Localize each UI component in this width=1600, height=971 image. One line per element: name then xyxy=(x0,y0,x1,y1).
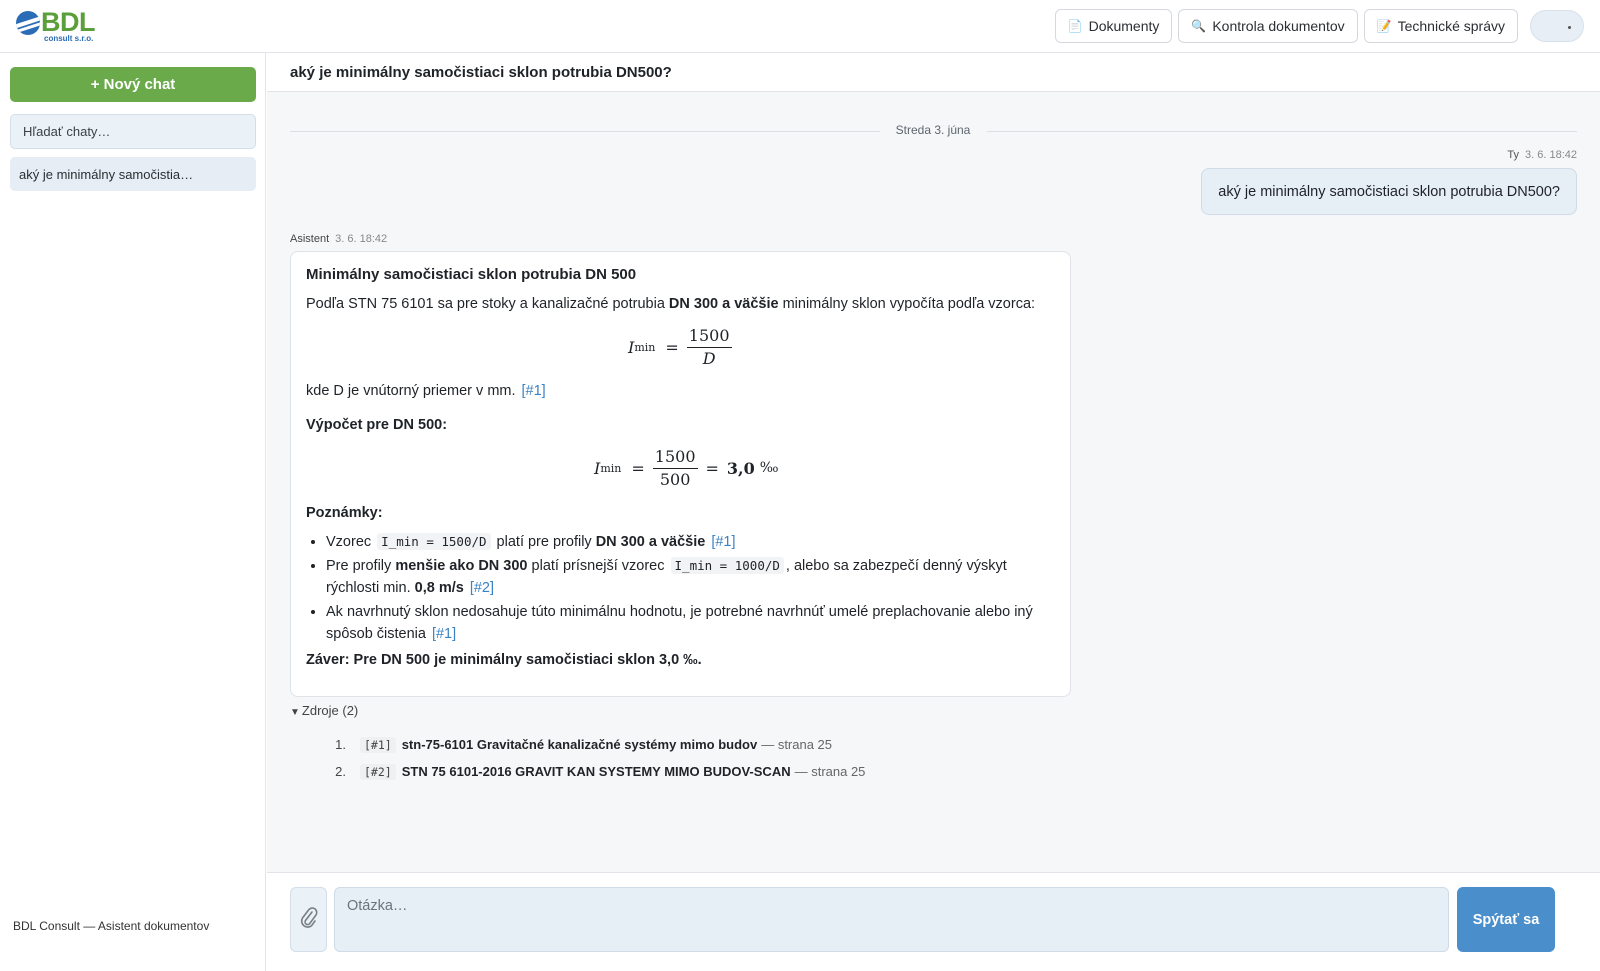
ask-button[interactable]: Spýtať sa xyxy=(1457,887,1555,952)
documents-button-label: Dokumenty xyxy=(1088,18,1160,34)
triangle-down-icon: ▼ xyxy=(290,707,300,718)
brand-logo[interactable]: BDL consult s.r.o. xyxy=(16,7,96,45)
date-separator: Streda 3. júna xyxy=(290,121,1577,141)
documents-button[interactable]: 📄 Dokumenty xyxy=(1054,9,1173,43)
formula-unit: ‰ xyxy=(759,460,779,476)
new-chat-button[interactable]: + Nový chat xyxy=(10,67,256,102)
note-bold: 0,8 m/s xyxy=(414,580,464,596)
source-number: 2. xyxy=(335,764,346,779)
source-page: — strana 25 xyxy=(761,737,833,752)
fraction-numerator: 1500 xyxy=(686,326,732,348)
question-input[interactable] xyxy=(334,887,1449,952)
composer: Spýtať sa xyxy=(267,872,1600,971)
sources-list: 1. [#1] stn-75-6101 Gravitačné kanalizač… xyxy=(324,731,865,785)
source-number: 1. xyxy=(335,737,346,752)
intro-text: Podľa STN 75 6101 sa pre stoky a kanaliz… xyxy=(306,296,669,312)
user-dot-icon xyxy=(1568,26,1571,29)
source-page: — strana 25 xyxy=(794,764,866,779)
document-check-button[interactable]: 🔍 Kontrola dokumentov xyxy=(1178,9,1358,43)
intro-text-end: minimálny sklon vypočíta podľa vzorca: xyxy=(778,296,1036,312)
citation-link[interactable]: [#1] xyxy=(522,383,546,399)
note-text: platí pre profily xyxy=(492,534,596,550)
user-menu-button[interactable] xyxy=(1530,10,1584,42)
assistant-message: Minimálny samočistiaci sklon potrubia DN… xyxy=(290,251,1071,697)
equals-sign: = xyxy=(631,458,645,478)
chat-title: aký je minimálny samočistiaci sklon potr… xyxy=(267,53,1600,92)
notes-heading: Poznámky: xyxy=(306,505,383,521)
fraction-denominator: D xyxy=(702,349,716,368)
inline-code: I_min = 1500/D xyxy=(377,533,491,550)
source-tag: [#2] xyxy=(360,763,396,780)
top-actions: 📄 Dokumenty 🔍 Kontrola dokumentov 📝 Tech… xyxy=(1054,9,1584,43)
formula-subscript: min xyxy=(600,461,622,475)
technical-reports-button[interactable]: 📝 Technické správy xyxy=(1363,9,1518,43)
sidebar-footer: BDL Consult — Asistent dokumentov xyxy=(13,919,210,933)
sidebar-chat-item[interactable]: aký je minimálny samočistia… xyxy=(10,157,256,191)
top-bar: BDL consult s.r.o. 📄 Dokumenty 🔍 Kontrol… xyxy=(0,0,1600,53)
formula-result: 3,0 xyxy=(726,458,755,478)
notes-list: Vzorec I_min = 1500/D platí pre profily … xyxy=(326,531,1051,647)
memo-icon: 📝 xyxy=(1376,19,1392,33)
fraction: 1500 D xyxy=(686,326,732,368)
divider xyxy=(290,131,880,132)
equals-sign: = xyxy=(705,458,719,478)
note-text: platí prísnejší vzorec xyxy=(527,558,669,574)
magnifier-icon: 🔍 xyxy=(1191,19,1207,33)
list-item: Pre profily menšie ako DN 300 platí prís… xyxy=(326,555,1051,599)
document-icon: 📄 xyxy=(1067,19,1083,33)
search-chats-input[interactable]: Hľadať chaty… xyxy=(10,114,256,149)
globe-icon xyxy=(16,11,40,35)
source-tag: [#1] xyxy=(360,736,396,753)
sidebar: + Nový chat Hľadať chaty… aký je minimál… xyxy=(0,53,266,971)
paperclip-icon xyxy=(300,906,318,933)
assistant-author: Asistent xyxy=(290,233,330,245)
note-bold: DN 300 a väčšie xyxy=(595,534,706,550)
sources-label: Zdroje (2) xyxy=(301,703,359,718)
source-item[interactable]: 2. [#2] STN 75 6101-2016 GRAVIT KAN SYST… xyxy=(324,758,865,785)
sources-toggle[interactable]: ▼ Zdroje (2) xyxy=(290,703,358,718)
list-item: Vzorec I_min = 1500/D platí pre profily … xyxy=(326,531,1051,553)
assistant-timestamp: 3. 6. 18:42 xyxy=(335,233,388,245)
chat-main: aký je minimálny samočistiaci sklon potr… xyxy=(267,53,1600,971)
list-item: Ak navrhnutý sklon nedosahuje túto minim… xyxy=(326,601,1051,645)
user-timestamp: 3. 6. 18:42 xyxy=(1525,149,1577,161)
divider xyxy=(987,131,1577,132)
brand-subtitle: consult s.r.o. xyxy=(44,34,94,43)
brand-name: BDL xyxy=(41,7,96,37)
equals-sign: = xyxy=(665,337,679,357)
note-text: Pre profily xyxy=(326,558,396,574)
citation-link[interactable]: [#1] xyxy=(432,626,456,642)
source-item[interactable]: 1. [#1] stn-75-6101 Gravitačné kanalizač… xyxy=(324,731,865,758)
assistant-message-meta: Asistent 3. 6. 18:42 xyxy=(290,233,387,245)
citation-link[interactable]: [#1] xyxy=(711,534,735,550)
document-check-button-label: Kontrola dokumentov xyxy=(1212,18,1345,34)
date-separator-label: Streda 3. júna xyxy=(895,123,971,137)
answer-intro: Podľa STN 75 6101 sa pre stoky a kanaliz… xyxy=(306,296,1035,312)
formula-general: Imin = 1500 D xyxy=(628,326,738,368)
note-bold: menšie ako DN 300 xyxy=(395,558,528,574)
source-title: stn-75-6101 Gravitačné kanalizačné systé… xyxy=(401,737,758,752)
citation-link[interactable]: [#2] xyxy=(470,580,494,596)
source-title: STN 75 6101-2016 GRAVIT KAN SYSTEMY MIMO… xyxy=(401,764,791,779)
user-message: aký je minimálny samočistiaci sklon potr… xyxy=(1201,168,1577,215)
formula-subscript: min xyxy=(634,340,656,354)
user-author: Ty xyxy=(1507,149,1519,161)
attach-button[interactable] xyxy=(290,887,327,952)
fraction-numerator: 1500 xyxy=(652,447,698,469)
fraction-denominator: 500 xyxy=(659,470,691,489)
technical-reports-button-label: Technické správy xyxy=(1397,18,1505,34)
calculation-heading: Výpočet pre DN 500: xyxy=(306,417,448,433)
fraction: 1500 500 xyxy=(652,447,698,489)
intro-bold: DN 300 a väčšie xyxy=(668,296,779,312)
inline-code: I_min = 1000/D xyxy=(670,557,784,574)
formula-dn500: Imin = 1500 500 = 3,0 ‰ xyxy=(594,447,779,489)
formula-explanation: kde D je vnútorný priemer v mm. [#1] xyxy=(306,383,546,399)
explanation-text: kde D je vnútorný priemer v mm. xyxy=(306,383,516,399)
user-message-meta: Ty 3. 6. 18:42 xyxy=(1507,149,1577,161)
answer-heading: Minimálny samočistiaci sklon potrubia DN… xyxy=(306,266,637,283)
answer-conclusion: Záver: Pre DN 500 je minimálny samočisti… xyxy=(306,652,702,668)
note-text: Vzorec xyxy=(326,534,376,550)
